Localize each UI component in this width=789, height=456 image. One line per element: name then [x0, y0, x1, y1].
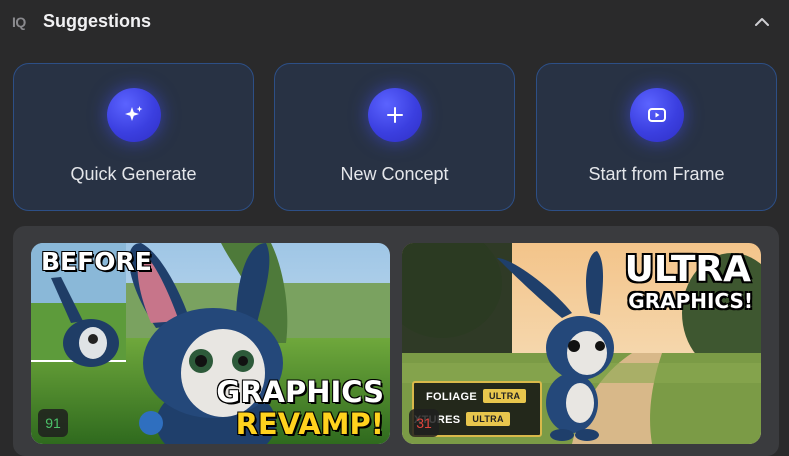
- iq-logo-icon: IQ: [12, 14, 26, 30]
- before-label: BEFORE: [41, 247, 152, 276]
- start-from-frame-button[interactable]: Start from Frame: [536, 63, 777, 211]
- quick-generate-label: Quick Generate: [70, 164, 197, 184]
- ultra-label: ULTRA: [624, 249, 751, 290]
- plus-icon: [386, 107, 403, 123]
- collapse-button[interactable]: [750, 10, 774, 34]
- graphics-label: GRAPHICS: [216, 375, 384, 409]
- new-concept-button[interactable]: New Concept: [274, 63, 515, 211]
- thumbnail-ultra-graphics[interactable]: ULTRA GRAPHICS! FOLIAGEULTRA XTURESULTRA…: [402, 243, 761, 444]
- score-badge: 31: [409, 409, 439, 437]
- new-concept-label: New Concept: [340, 164, 449, 184]
- quick-generate-button[interactable]: Quick Generate: [13, 63, 254, 211]
- suggestions-header: IQ Suggestions: [0, 0, 789, 46]
- video-frame-icon: [647, 108, 666, 122]
- section-title: Suggestions: [43, 11, 152, 31]
- new-concept-icon-badge: [367, 88, 422, 142]
- setting-value: ULTRA: [483, 389, 527, 403]
- graphics-exclaim-label: GRAPHICS!: [628, 289, 753, 313]
- start-from-frame-label: Start from Frame: [588, 164, 725, 184]
- sparkle-icon: [124, 106, 142, 121]
- setting-name: FOLIAGE: [426, 391, 477, 403]
- score-badge: 91: [38, 409, 68, 437]
- start-from-frame-icon-badge: [629, 88, 684, 142]
- thumbnail-graphics-revamp[interactable]: BEFORE GRAPHICS REVAMP! 91: [31, 243, 390, 444]
- setting-value: ULTRA: [466, 412, 510, 426]
- thumbnail-panel: BEFORE GRAPHICS REVAMP! 91 ULTRA GRAPHIC…: [13, 226, 779, 456]
- revamp-label: REVAMP!: [235, 407, 384, 441]
- chevron-up-icon: [755, 18, 769, 26]
- quick-generate-icon-badge: [106, 88, 161, 142]
- foliage-setting: FOLIAGE ULTRA: [426, 389, 527, 411]
